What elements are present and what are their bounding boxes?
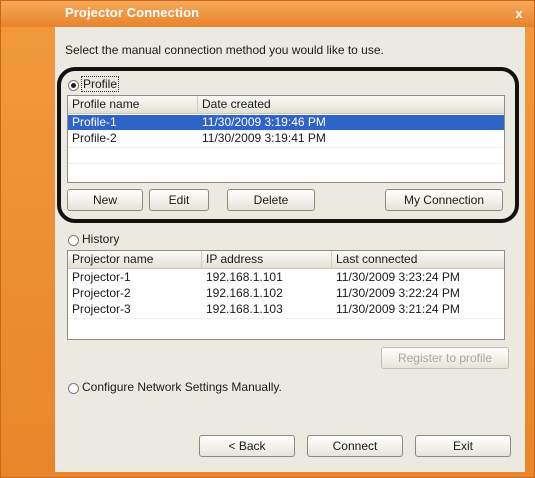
window-title: Projector Connection	[65, 5, 200, 20]
exit-button[interactable]: Exit	[415, 435, 511, 457]
list-gridline	[68, 318, 504, 319]
projector-connection-window: Projector Connection x Select the manual…	[0, 0, 535, 478]
projector-name-cell: Projector-1	[72, 270, 131, 284]
last-connected-cell: 11/30/2009 3:21:24 PM	[336, 302, 460, 316]
title-bar[interactable]: Projector Connection x	[1, 1, 534, 27]
last-connected-cell: 11/30/2009 3:23:24 PM	[336, 270, 460, 284]
dialog-client-area: Select the manual connection method you …	[55, 27, 525, 472]
projector-name-cell: Projector-3	[72, 302, 131, 316]
ip-address-cell: 192.168.1.101	[206, 270, 283, 284]
column-header-projector-name[interactable]: Projector name	[68, 251, 202, 268]
close-button[interactable]: x	[510, 5, 528, 22]
history-list[interactable]: Projector name IP address Last connected…	[67, 250, 505, 340]
history-row[interactable]: Projector-1 192.168.1.101 11/30/2009 3:2…	[68, 270, 504, 285]
history-list-header: Projector name IP address Last connected	[68, 251, 504, 269]
projector-name-cell: Projector-2	[72, 286, 131, 300]
configure-manually-label[interactable]: Configure Network Settings Manually.	[82, 380, 282, 394]
history-row[interactable]: Projector-2 192.168.1.102 11/30/2009 3:2…	[68, 286, 504, 301]
column-header-last-connected[interactable]: Last connected	[332, 251, 504, 268]
history-radio-label[interactable]: History	[82, 232, 119, 246]
connect-button[interactable]: Connect	[307, 435, 403, 457]
ip-address-cell: 192.168.1.102	[206, 286, 283, 300]
column-header-ip-address[interactable]: IP address	[202, 251, 332, 268]
history-radio[interactable]	[68, 235, 79, 246]
back-button[interactable]: < Back	[199, 435, 295, 457]
history-row[interactable]: Projector-3 192.168.1.103 11/30/2009 3:2…	[68, 302, 504, 317]
ip-address-cell: 192.168.1.103	[206, 302, 283, 316]
last-connected-cell: 11/30/2009 3:22:24 PM	[336, 286, 460, 300]
profile-highlight-ring	[57, 67, 519, 223]
instruction-text: Select the manual connection method you …	[65, 43, 384, 57]
register-to-profile-button[interactable]: Register to profile	[381, 347, 509, 369]
configure-manually-radio[interactable]	[68, 383, 79, 394]
